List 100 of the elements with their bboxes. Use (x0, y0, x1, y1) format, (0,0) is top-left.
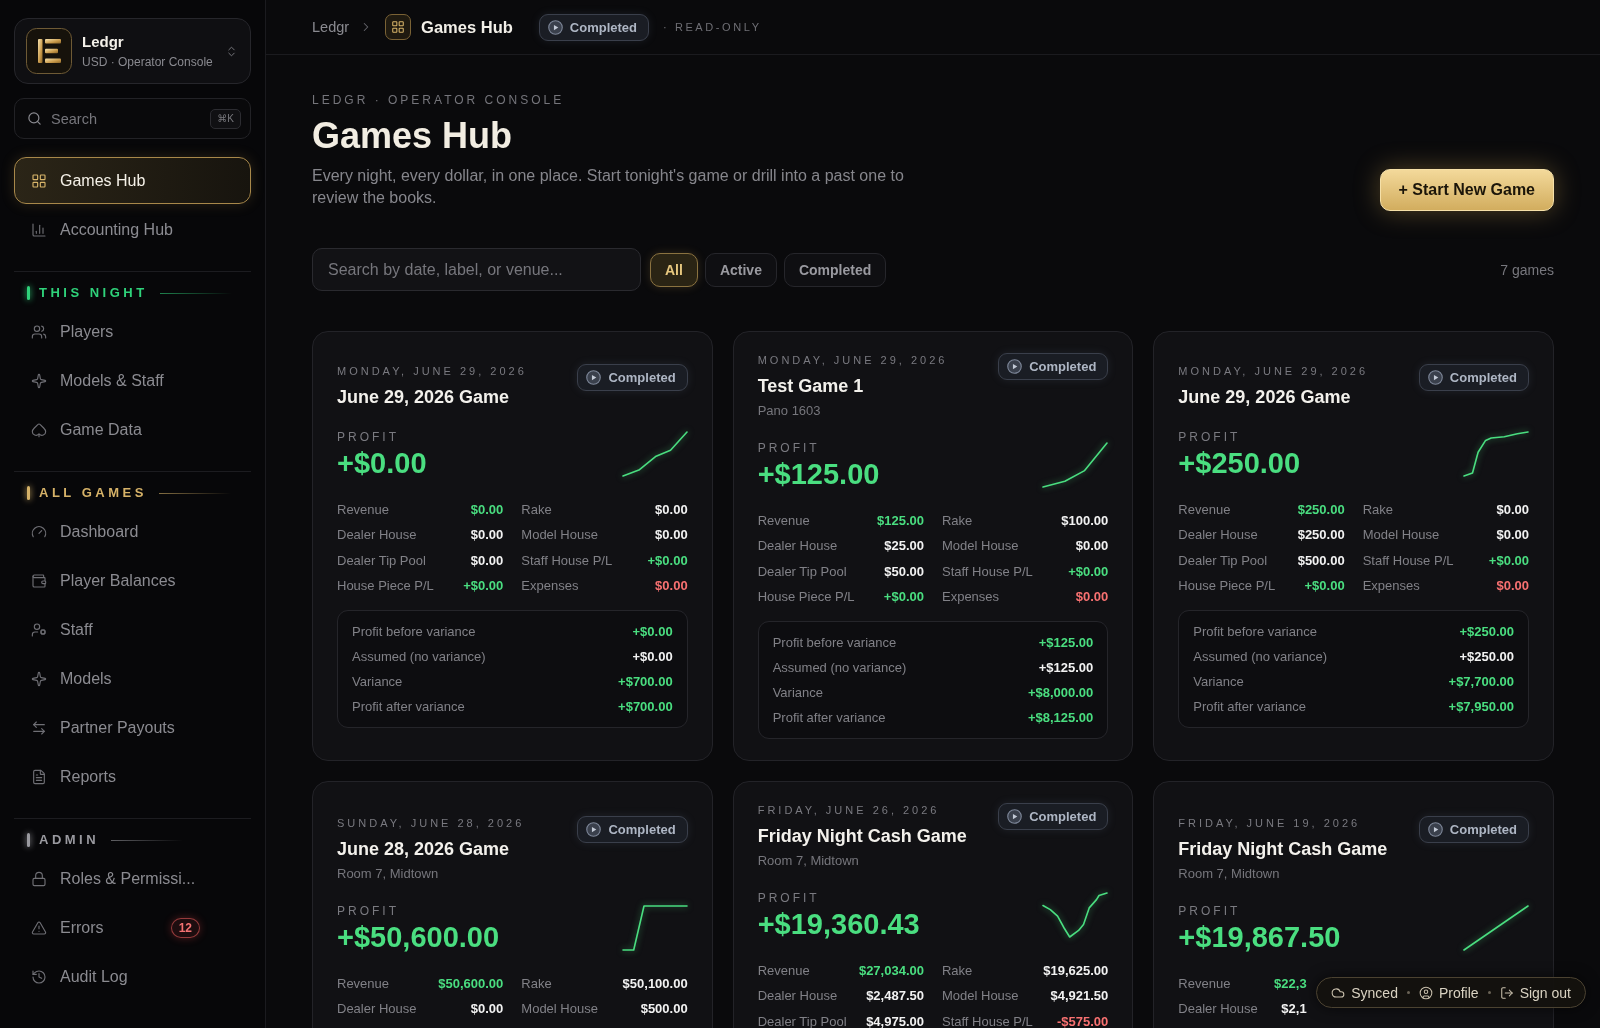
sparkline (1463, 904, 1529, 951)
profit-label: PROFIT (757, 441, 821, 455)
search-field[interactable]: Search by date, label, or venue... (312, 248, 641, 291)
play-circle-icon (1427, 370, 1443, 385)
nav-item[interactable]: Models & Staff (14, 357, 251, 404)
filter-tab[interactable]: All (650, 252, 698, 287)
stat-label: Revenue (1178, 501, 1231, 518)
nav-item[interactable]: Player Balances (14, 557, 251, 604)
nav-item[interactable]: Partner Payouts (14, 704, 251, 751)
stat-label: Rake (1362, 501, 1393, 518)
grid-icon (31, 172, 47, 189)
status-label: Completed (608, 370, 676, 385)
sparkline (1463, 431, 1529, 477)
stat-label: Expenses (521, 578, 579, 595)
variance-label: Variance (772, 684, 823, 701)
stat-label: Rake (521, 975, 552, 992)
stat-value: $2,1 (1281, 1001, 1307, 1017)
user-circle-icon (1418, 985, 1433, 1000)
stat-value: +$0.00 (463, 578, 504, 595)
page-title: Games Hub (312, 114, 514, 158)
variance-label: Profit after variance (352, 698, 465, 715)
profit-amount: +$50,600.00 (337, 919, 500, 954)
workspace-switcher[interactable]: Ledgr USD · Operator Console (14, 18, 251, 84)
filter-tab[interactable]: Active (704, 252, 777, 287)
breadcrumb-current: Games Hub (421, 17, 513, 37)
stat-value: -$575.00 (1057, 1013, 1109, 1028)
stat-label: Dealer House (757, 538, 838, 555)
variance-label: Assumed (no variance) (352, 648, 486, 665)
session-link[interactable]: Synced (1331, 984, 1398, 1001)
session-link[interactable]: Profile (1418, 984, 1479, 1001)
profit-amount: +$0.00 (337, 446, 427, 480)
nav-item[interactable]: Staff (14, 606, 251, 653)
nav-item[interactable]: Models (14, 655, 251, 702)
profit-label: PROFIT (757, 891, 821, 905)
stat-value: $100.00 (1061, 512, 1109, 529)
stat-label: House Piece P/L (337, 578, 434, 595)
nav-item[interactable]: Games Hub (14, 157, 251, 204)
play-circle-icon (1007, 809, 1023, 824)
status-label: Completed (1029, 359, 1097, 374)
stat-value: $250.00 (1297, 501, 1345, 518)
nav-item[interactable]: Game Data (14, 406, 251, 453)
nav-item[interactable]: Reports (14, 753, 251, 800)
lock-icon (31, 870, 47, 887)
stat-label: Dealer Tip Pool (1178, 552, 1268, 569)
stat-value: $0.00 (1496, 527, 1529, 544)
filter-tab[interactable]: Completed (783, 252, 887, 287)
nav-item[interactable]: Errors 12 (14, 904, 251, 951)
game-venue: Pano 1603 (757, 402, 822, 420)
section-title: THIS NIGHT (39, 286, 148, 300)
eyebrow-text: LEDGR · OPERATOR CONSOLE (312, 93, 566, 107)
stat-label: Revenue (757, 512, 810, 529)
status-label: Completed (1449, 821, 1517, 837)
nav-item[interactable]: Dashboard (14, 508, 251, 555)
variance-label: Profit before variance (1193, 623, 1317, 640)
stat-value: $50,600.00 (438, 975, 504, 992)
stat-value: $0.00 (655, 527, 688, 544)
stat-label: Dealer House (757, 988, 838, 1005)
nav-item[interactable]: Players (14, 308, 251, 355)
stat-label: Model House (521, 1001, 598, 1017)
stat-label: Model House (1362, 527, 1440, 544)
start-new-game-button[interactable]: + Start New Game (1379, 169, 1554, 211)
variance-value: +$7,700.00 (1448, 673, 1514, 690)
stat-value: $4,975.00 (866, 1013, 924, 1028)
play-circle-icon (547, 19, 563, 35)
search-icon (27, 111, 42, 126)
game-venue: Room 7, Midtown (337, 864, 440, 883)
stat-label: Model House (942, 538, 1019, 555)
nav-item[interactable]: Accounting Hub (14, 206, 251, 253)
variance-label: Assumed (no variance) (1193, 648, 1327, 665)
breadcrumb-link[interactable]: Ledgr (312, 19, 350, 35)
stat-label: Expenses (1362, 578, 1420, 595)
variance-label: Assumed (no variance) (772, 659, 907, 676)
game-card[interactable] (732, 331, 1134, 761)
game-title: Friday Night Cash Game (757, 825, 967, 848)
variance-label: Variance (352, 673, 403, 690)
warning-icon (31, 919, 47, 936)
variance-value: +$700.00 (618, 698, 673, 715)
stat-label: Revenue (757, 962, 810, 979)
game-date: FRIDAY, JUNE 26, 2026 (757, 803, 941, 817)
nav-item[interactable]: Roles & Permissi... (14, 855, 251, 902)
game-card[interactable]: SUNDAY, JUNE 28, 2026 June 28, 2026 Game Room 7, Midtown Completed PROFIT +$50,600.00 Revenue $50,600.00 Rake $50,100.00 Dealer House $0.00 Model House $500.00 (312, 781, 713, 1028)
stat-value: +$0.00 (1068, 563, 1109, 580)
stat-label: Dealer House (1178, 1001, 1258, 1017)
stat-label: Dealer Tip Pool (757, 563, 847, 580)
workspace-name: Ledgr (82, 32, 125, 51)
stat-label: Rake (521, 501, 552, 518)
profit-label: PROFIT (1178, 903, 1242, 918)
play-circle-icon (1427, 821, 1443, 837)
section-marker-icon (27, 286, 30, 300)
wallet-icon (31, 572, 47, 589)
user-gear-icon (31, 621, 47, 638)
game-card[interactable] (312, 331, 713, 761)
stat-value: $50,100.00 (622, 975, 688, 992)
nav-item[interactable]: Audit Log (14, 953, 251, 1000)
stat-value: $19,625.00 (1043, 962, 1109, 979)
stat-label: Model House (521, 527, 598, 544)
game-card[interactable] (732, 781, 1134, 1028)
profit-amount: +$125.00 (757, 457, 880, 491)
mode-label: · READ-ONLY (662, 21, 762, 33)
game-card[interactable] (1153, 331, 1554, 761)
